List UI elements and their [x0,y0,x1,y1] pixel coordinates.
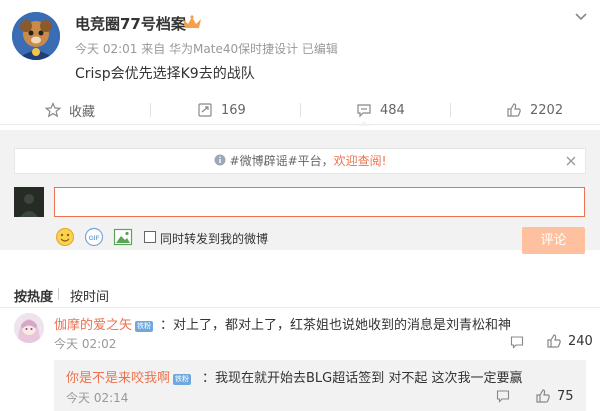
chevron-down-icon[interactable] [574,12,588,22]
comment-button[interactable]: 484 [356,99,405,121]
submit-comment-button[interactable]: 评论 [522,227,585,254]
commenter-name[interactable]: 伽摩的爱之矢 [54,318,132,333]
weibo-post: 电竞圈77号档案 今天 02:01 来自 华为Mate40保时捷设计 已编辑 C… [0,0,600,92]
reply-text: ：我现在就开始去BLG超话签到 对不起 这次我一定要赢 [202,371,523,386]
like-button[interactable]: 2202 [506,99,563,121]
notice-link[interactable]: 欢迎查阅! [334,154,387,168]
author-name[interactable]: 电竞圈77号档案 [75,13,186,34]
close-icon[interactable] [565,155,577,167]
comment-icon [357,104,371,118]
divider [150,103,151,117]
thumbs-up-icon [507,103,521,117]
reply-icon[interactable] [510,335,524,349]
like-count: 2202 [530,102,564,118]
reply-time: 今天 02:14 [66,391,129,405]
notice-text: #微博辟谣#平台， [229,154,334,168]
list-item: 你是不是来咬我啊 铁粉 [66,367,192,386]
fan-badge: 铁粉 [173,374,192,385]
divider [450,103,451,117]
comment-like-button[interactable]: 240 [546,333,593,349]
favorite-label: 收藏 [69,104,96,120]
thumbs-up-icon [536,389,550,403]
vip-badge-icon [183,15,201,28]
reply-like-button[interactable]: 75 [535,388,574,404]
comment-count: 484 [380,102,405,118]
emoji-icon[interactable] [55,227,75,247]
replier-name[interactable]: 你是不是来咬我啊 [66,371,170,386]
post-text: Crisp会优先选择K9去的战队 [75,66,255,82]
post-meta: 今天 02:01 来自 华为Mate40保时捷设计 已编辑 [75,42,338,56]
rumor-notice-banner[interactable]: #微博辟谣#平台，欢迎查阅! [14,148,586,174]
comment-input[interactable] [54,187,585,217]
current-user-avatar [14,187,44,217]
gif-icon[interactable]: GIF [84,227,104,247]
repost-icon [198,103,212,117]
list-item: 伽摩的爱之矢 铁粉 [54,314,154,333]
repost-checkbox-label[interactable]: 同时转发到我的微博 [160,230,268,247]
active-tab-indicator [358,121,370,126]
commenter-avatar[interactable] [14,313,44,343]
info-icon [214,154,226,166]
divider [300,103,301,117]
svg-text:GIF: GIF [89,235,100,242]
tab-sort-hot[interactable]: 按热度 [14,286,53,305]
star-icon [45,102,61,118]
reply-like-count: 75 [557,388,574,404]
thumbs-up-icon [547,334,561,348]
comment-like-count: 240 [568,333,593,349]
comment-sort-bar: 按热度 按时间 [0,276,600,308]
image-icon[interactable] [113,227,133,247]
comment-text: ：对上了，都对上了，红茶姐也说她收到的消息是刘青松和神 [160,318,512,333]
author-avatar[interactable] [12,12,60,60]
fan-badge: 铁粉 [135,321,154,332]
favorite-button[interactable]: 收藏 [45,99,95,121]
action-bar: 收藏 169 484 2202 [0,95,600,126]
divider [58,288,59,300]
repost-checkbox[interactable] [144,231,156,243]
tab-sort-time[interactable]: 按时间 [70,286,109,305]
comment-time: 今天 02:02 [54,337,117,351]
repost-button[interactable]: 169 [197,99,246,121]
reply-icon[interactable] [496,389,510,403]
repost-count: 169 [221,102,246,118]
